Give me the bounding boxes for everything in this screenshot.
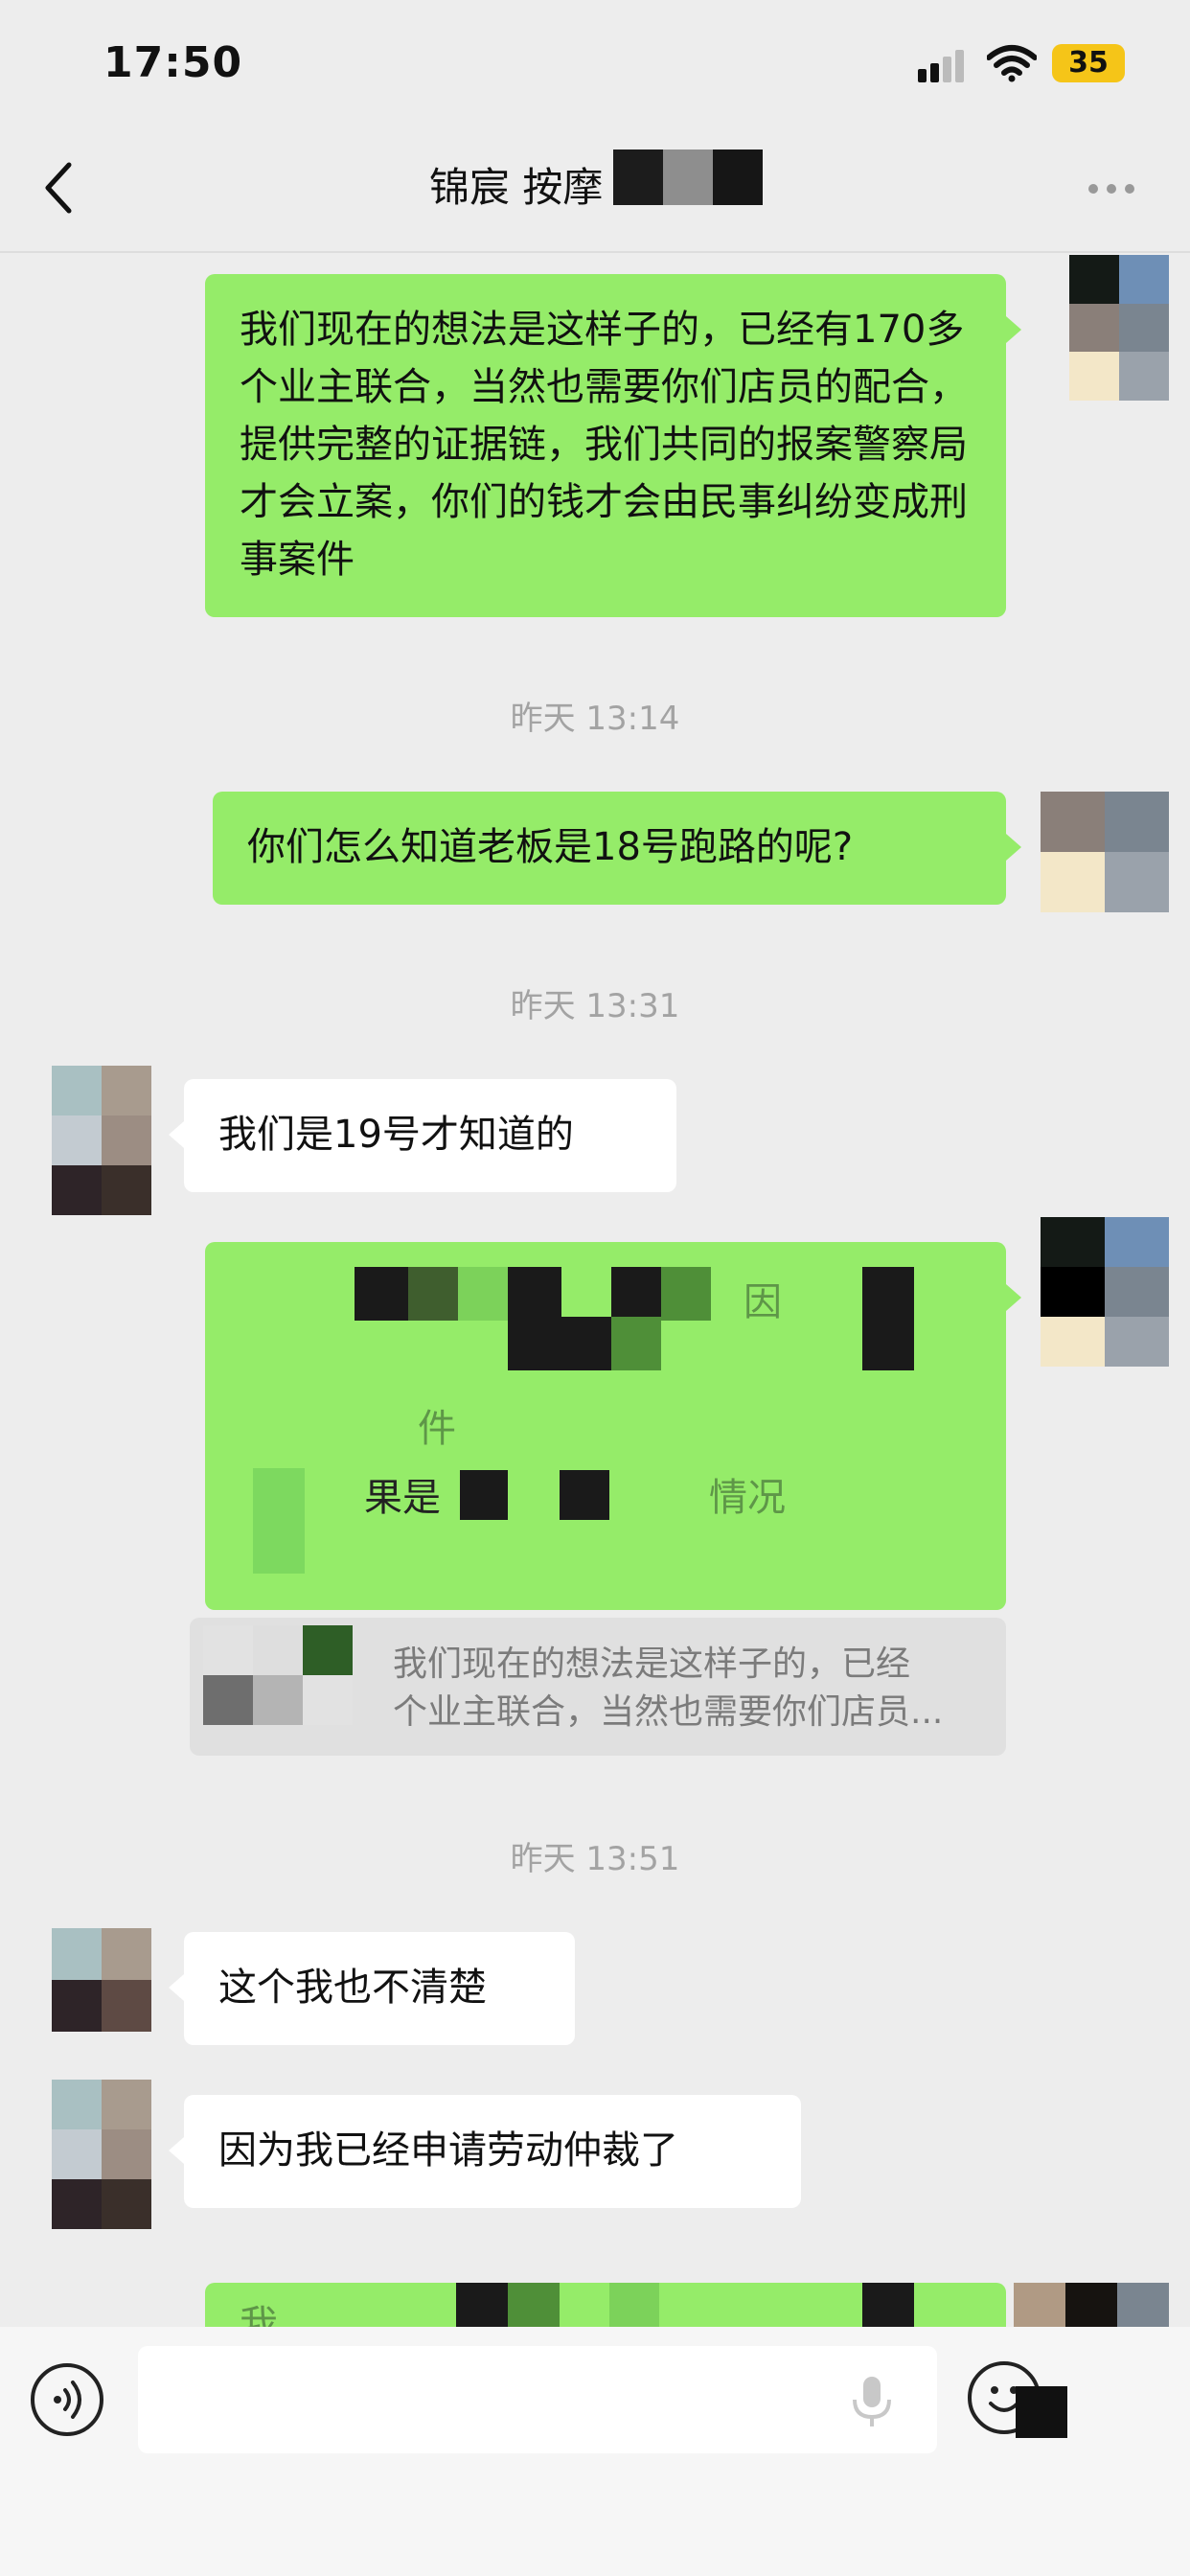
signal-icon xyxy=(918,50,964,82)
redaction-mosaic xyxy=(661,1267,711,1321)
mic-icon[interactable] xyxy=(849,2375,895,2426)
timestamp: 昨天 13:31 xyxy=(510,987,680,1025)
message-input[interactable] xyxy=(138,2346,937,2453)
bubble-tail xyxy=(1006,316,1021,343)
message-text: 因为我已经申请劳动仲裁了 xyxy=(218,2128,678,2173)
message-text: 这个我也不清楚 xyxy=(218,1966,487,2010)
contact-avatar[interactable] xyxy=(52,1928,151,2032)
self-avatar[interactable] xyxy=(1014,2283,1169,2331)
redaction-mosaic xyxy=(253,1468,305,1574)
redaction-mosaic xyxy=(611,1317,661,1370)
more-icon[interactable] xyxy=(1087,182,1136,196)
self-avatar[interactable] xyxy=(1069,255,1169,401)
self-avatar[interactable] xyxy=(1041,1217,1169,1367)
redaction-mosaic xyxy=(611,1267,661,1321)
redaction-mosaic xyxy=(862,1267,914,1370)
visible-fragment: 因 xyxy=(744,1280,782,1324)
chat-title: 锦宸 按摩 xyxy=(429,164,604,211)
redaction-mosaic xyxy=(508,1267,561,1370)
nav-divider xyxy=(0,251,1190,253)
message-bubble-incoming[interactable]: 因为我已经申请劳动仲裁了 xyxy=(184,2095,801,2208)
message-bubble-outgoing[interactable]: 我们现在的想法是这样子的，已经有170多个业主联合，当然也需要你们店员的配合，提… xyxy=(205,274,1006,617)
visible-fragment: 件 xyxy=(418,1407,456,1451)
wifi-icon xyxy=(987,45,1037,82)
redaction-mosaic xyxy=(508,2283,560,2331)
redaction-mosaic xyxy=(1016,2386,1067,2438)
redaction-mosaic xyxy=(460,1470,508,1520)
redaction-mosaic xyxy=(560,1470,609,1520)
redaction-mosaic xyxy=(456,2283,508,2331)
visible-fragment: 果是 xyxy=(364,1476,441,1520)
message-text: 我们是19号才知道的 xyxy=(218,1113,574,1157)
contact-avatar[interactable] xyxy=(52,1066,151,1215)
title-redaction-mosaic xyxy=(613,150,763,205)
back-icon[interactable] xyxy=(38,159,80,217)
bubble-tail xyxy=(1006,834,1021,861)
redaction-mosaic xyxy=(408,1267,458,1321)
bubble-tail xyxy=(169,2137,184,2164)
visible-fragment: 情况 xyxy=(709,1476,786,1520)
timestamp: 昨天 13:14 xyxy=(510,700,680,738)
redaction-mosaic xyxy=(862,2283,914,2331)
message-bubble-incoming[interactable]: 我们是19号才知道的 xyxy=(184,1079,676,1192)
contact-avatar[interactable] xyxy=(52,2080,151,2229)
redaction-mosaic xyxy=(458,1267,508,1321)
redaction-mosaic xyxy=(561,1317,611,1370)
voice-glyph xyxy=(54,2380,81,2419)
status-time: 17:50 xyxy=(103,38,243,87)
timestamp: 昨天 13:51 xyxy=(510,1840,680,1878)
self-avatar[interactable] xyxy=(1041,792,1169,912)
quote-avatar-mosaic xyxy=(203,1625,353,1725)
message-bubble-incoming[interactable]: 这个我也不清楚 xyxy=(184,1932,575,2045)
message-text: 我们现在的想法是这样子的，已经有170多个业主联合，当然也需要你们店员的配合，提… xyxy=(240,308,968,582)
bubble-tail xyxy=(1006,1284,1021,1311)
bubble-tail xyxy=(169,1121,184,1148)
message-text: 你们怎么知道老板是18号跑路的呢? xyxy=(247,825,854,869)
redaction-mosaic xyxy=(609,2283,659,2331)
quote-text: 我们现在的想法是这样子的，已经 个业主联合，当然也需要你们店员... xyxy=(393,1644,944,1732)
bubble-tail xyxy=(169,1974,184,2001)
battery-indicator: 35 xyxy=(1052,44,1125,82)
message-bubble-outgoing[interactable]: 你们怎么知道老板是18号跑路的呢? xyxy=(213,792,1006,905)
voice-icon[interactable] xyxy=(31,2363,103,2436)
redaction-mosaic xyxy=(355,1267,408,1321)
